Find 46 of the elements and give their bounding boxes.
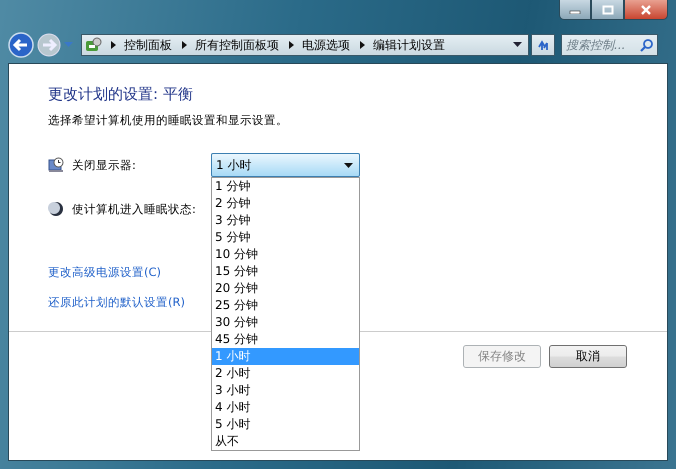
page-heading: 更改计划的设置: 平衡 [48,85,194,104]
breadcrumb-item[interactable]: 电源选项 [302,36,350,54]
monitor-clock-icon [48,157,64,173]
dropdown-option[interactable]: 15 分钟 [212,263,359,280]
dropdown-option[interactable]: 从不 [212,433,359,450]
link[interactable]: 还原此计划的默认设置(R) [48,295,185,310]
dropdown-option[interactable]: 10 分钟 [212,246,359,263]
close-icon [640,4,652,14]
dropdown[interactable]: 1 小时 [211,153,360,177]
minimize-button[interactable] [559,0,591,20]
dropdown-option[interactable]: 2 分钟 [212,195,359,212]
chevron-icon[interactable] [182,41,187,49]
dropdown-option[interactable]: 20 分钟 [212,280,359,297]
setting-label: 使计算机进入睡眠状态: [72,202,197,216]
chevron-icon[interactable] [111,41,116,49]
breadcrumb-item[interactable]: 所有控制面板项 [195,36,279,54]
maximize-button[interactable] [591,0,624,20]
breadcrumb-item[interactable]: 编辑计划设置 [373,36,445,54]
breadcrumb-item[interactable]: 控制面板 [124,36,172,54]
dropdown-option[interactable]: 30 分钟 [212,314,359,331]
page-description: 选择希望计算机使用的睡眠设置和显示设置。 [48,113,289,128]
dropdown-option[interactable]: 3 小时 [212,382,359,399]
dropdown-option[interactable]: 25 分钟 [212,297,359,314]
close-button[interactable] [624,0,668,20]
chevron-icon[interactable] [360,41,365,49]
dropdown-option[interactable]: 3 分钟 [212,212,359,229]
dropdown-caret-icon [344,162,353,168]
dropdown-option[interactable]: 4 小时 [212,399,359,416]
dialog-button[interactable]: 取消 [549,345,627,368]
moon-icon [48,201,64,217]
dropdown-caret-icon[interactable] [513,42,522,48]
dropdown-option[interactable]: 5 小时 [212,416,359,433]
dropdown-option[interactable]: 1 分钟 [212,178,359,195]
setting-label: 关闭显示器: [72,158,137,172]
dropdown-option[interactable]: 2 小时 [212,365,359,382]
dropdown-option[interactable]: 5 分钟 [212,229,359,246]
maximize-icon [602,4,614,14]
link[interactable]: 更改高级电源设置(C) [48,265,162,280]
dropdown-option[interactable]: 45 分钟 [212,331,359,348]
chevron-icon[interactable] [289,41,294,49]
refresh-button[interactable] [531,34,555,56]
search-field[interactable]: 搜索控制... [561,34,658,56]
search-icon [640,39,653,52]
forward-button[interactable] [36,32,62,58]
back-button[interactable] [8,32,34,58]
address-bar[interactable]: 控制面板 所有控制面板项 电源选项 编辑计划设置 [81,34,529,56]
